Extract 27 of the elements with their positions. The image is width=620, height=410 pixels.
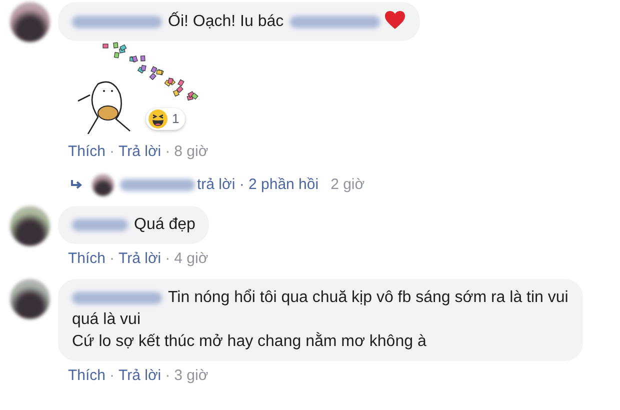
comment-text: Quá đẹp — [134, 216, 196, 233]
laughing-face-icon — [148, 109, 168, 129]
separator: · — [110, 250, 115, 267]
comment-text: Tin nóng hổi tôi qua chuă kịp vô fb sáng sớm ra là tin vui quá là vui Cứ lo sợ kết thúc mở hay chang nằm mơ không à — [72, 289, 568, 350]
separator: · — [110, 142, 115, 160]
separator: · — [165, 250, 170, 267]
separator: · — [165, 142, 170, 160]
timestamp: 2 giờ — [330, 174, 365, 194]
separator: · — [110, 367, 115, 384]
timestamp: 3 giờ — [174, 367, 208, 384]
reaction-count[interactable]: 1 — [146, 108, 186, 130]
reply-link[interactable]: Trả lời — [118, 250, 162, 267]
avatar — [10, 2, 50, 42]
like-link[interactable]: Thích — [68, 250, 106, 267]
timestamp: 8 giờ — [174, 142, 208, 160]
avatar — [92, 174, 114, 196]
like-link[interactable]: Thích — [68, 142, 106, 160]
timestamp: 4 giờ — [174, 250, 208, 267]
avatar — [10, 206, 50, 246]
replies-link[interactable]: trả lời · 2 phần hồi — [197, 174, 319, 196]
reply-link[interactable]: Trả lời — [118, 142, 162, 160]
avatar — [10, 279, 50, 319]
comment-text: Ối! Oạch! Iu bác — [168, 13, 284, 30]
separator: · — [165, 367, 170, 384]
reply-link[interactable]: Trả lời — [118, 367, 162, 384]
reply-arrow-icon — [70, 178, 84, 191]
like-link[interactable]: Thích — [68, 367, 106, 384]
